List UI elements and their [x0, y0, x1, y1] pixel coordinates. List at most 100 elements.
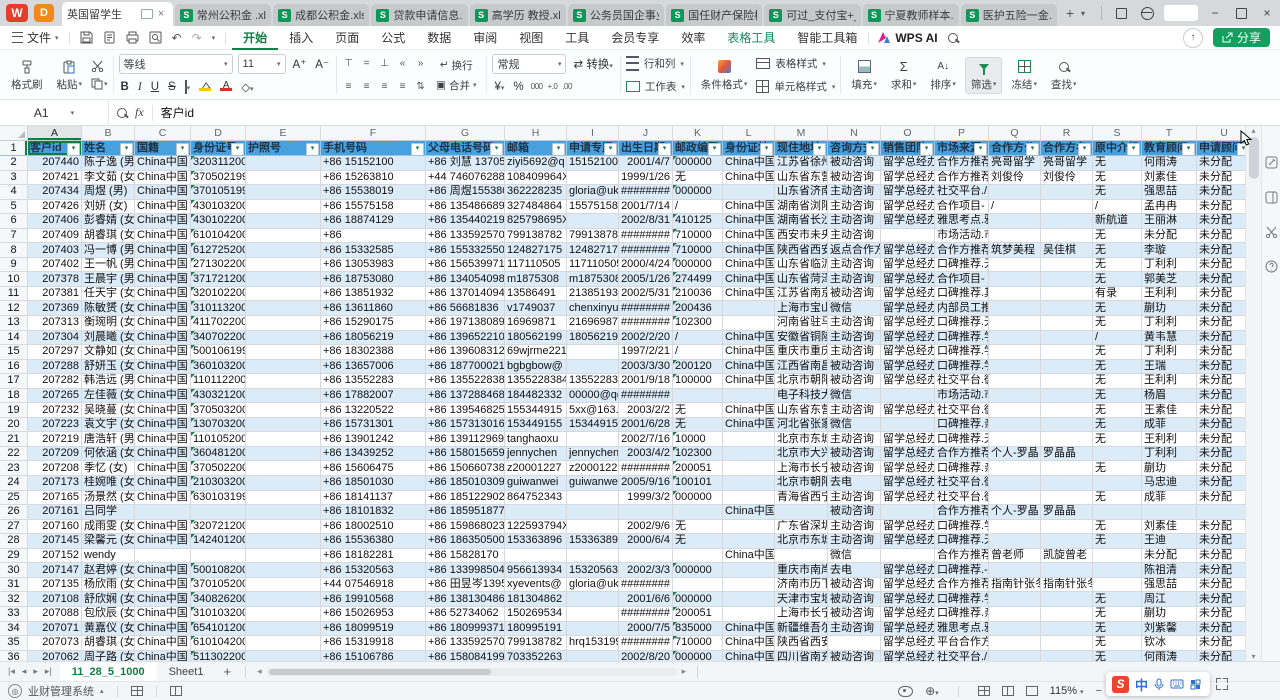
cell[interactable]: 207208: [28, 461, 82, 476]
column-header-M[interactable]: M: [775, 126, 828, 140]
document-tab[interactable]: S宁夏教师样本.xlsx: [863, 4, 959, 26]
cell[interactable]: 362228235: [505, 185, 567, 200]
cell[interactable]: 孟冉冉: [1142, 200, 1197, 215]
cell[interactable]: 102300: [673, 447, 723, 462]
cell[interactable]: [246, 272, 321, 287]
cell[interactable]: 合作方推荐: [935, 171, 989, 186]
file-menu[interactable]: 文件▾: [0, 29, 69, 46]
cell[interactable]: 河南省驻马: [775, 316, 828, 331]
cell[interactable]: 122593794XXX@163.c: [505, 520, 567, 535]
cell[interactable]: 主动咨询: [828, 258, 881, 273]
cell[interactable]: [567, 171, 619, 186]
cell[interactable]: 360103200303300725: [191, 360, 246, 375]
cell[interactable]: 留学总经办: [881, 636, 935, 651]
cell[interactable]: +86 15731301: [321, 418, 426, 433]
cell[interactable]: 00000@qq: [567, 389, 619, 404]
cell[interactable]: 207209: [28, 447, 82, 462]
cell[interactable]: +86 15320563: [321, 563, 426, 578]
cell[interactable]: 2001/4/7: [619, 156, 673, 171]
cell[interactable]: +86 15319918: [321, 636, 426, 651]
cell[interactable]: 广东省深圳: [775, 520, 828, 535]
cell[interactable]: 丁利利: [1142, 345, 1197, 360]
cell[interactable]: 未分配: [1197, 563, 1245, 578]
cell[interactable]: [246, 316, 321, 331]
cell[interactable]: [1041, 476, 1093, 491]
cell[interactable]: 留学总经办: [881, 185, 935, 200]
cell[interactable]: 被动咨询: [828, 171, 881, 186]
cell[interactable]: ########: [619, 607, 673, 622]
header-cell[interactable]: 原中介机▾: [1093, 141, 1142, 156]
cell[interactable]: +86 刘慧 137052: [426, 156, 505, 171]
cell[interactable]: 000000: [673, 651, 723, 661]
cell[interactable]: 留学总经办: [881, 156, 935, 171]
cell[interactable]: China中国: [135, 520, 191, 535]
cell[interactable]: China中国: [135, 563, 191, 578]
cell[interactable]: 留学总经办: [881, 592, 935, 607]
cell[interactable]: ########: [619, 301, 673, 316]
cell[interactable]: 1355228384: [505, 374, 567, 389]
cell[interactable]: 江西省南昌: [775, 360, 828, 375]
menu-tab-视图[interactable]: 视图: [508, 26, 554, 50]
menu-tab-开始[interactable]: 开始: [232, 26, 278, 50]
cell[interactable]: /: [673, 200, 723, 215]
cell[interactable]: +86 17882007: [321, 389, 426, 404]
cell[interactable]: China中国: [135, 214, 191, 229]
cell[interactable]: 北京市东城: [775, 432, 828, 447]
cell[interactable]: 吴佳棋: [1041, 243, 1093, 258]
cell[interactable]: 强思喆: [1142, 578, 1197, 593]
cell[interactable]: 主动咨询: [828, 272, 881, 287]
cell[interactable]: 周江: [1142, 592, 1197, 607]
rows-columns-button[interactable]: 行和列▾: [626, 54, 685, 74]
cell[interactable]: +86 1339985047: [426, 563, 505, 578]
cell[interactable]: 无: [1093, 636, 1142, 651]
cell[interactable]: +86 1573130169: [426, 418, 505, 433]
cell[interactable]: 何雨涛: [1142, 156, 1197, 171]
cell[interactable]: 未分配: [1197, 331, 1245, 346]
cell[interactable]: [567, 360, 619, 375]
cell[interactable]: 口碑推荐.学: [935, 345, 989, 360]
cell[interactable]: 360481200304020026: [191, 447, 246, 462]
header-filter-button[interactable]: ▾: [306, 143, 319, 156]
cell[interactable]: 207288: [28, 360, 82, 375]
cell[interactable]: 610104200212213421: [191, 636, 246, 651]
cell[interactable]: +86 1355228384: [426, 374, 505, 389]
cell[interactable]: 155751588: [567, 200, 619, 215]
cell[interactable]: [1197, 505, 1245, 520]
increase-decimal-button[interactable]: +.0: [547, 82, 557, 91]
cell[interactable]: 去电: [828, 563, 881, 578]
cell[interactable]: China中国: [135, 316, 191, 331]
cell[interactable]: [567, 651, 619, 661]
header-filter-button[interactable]: ▾: [490, 143, 503, 156]
cell[interactable]: 留学总经办: [881, 287, 935, 302]
cell[interactable]: [775, 549, 828, 564]
cell[interactable]: ########: [619, 185, 673, 200]
cell[interactable]: [1093, 505, 1142, 520]
cell[interactable]: 口碑推荐.亲: [935, 607, 989, 622]
cell[interactable]: 310113200211152925: [191, 301, 246, 316]
cell[interactable]: 799138782: [505, 229, 567, 244]
cell[interactable]: +86 1381304862: [426, 592, 505, 607]
cell[interactable]: 山东省临沂: [775, 258, 828, 273]
cell[interactable]: China中国: [135, 374, 191, 389]
cell[interactable]: 筑梦美程: [989, 243, 1041, 258]
row-number[interactable]: 1: [0, 141, 28, 156]
row-number[interactable]: 25: [0, 491, 28, 506]
header-cell[interactable]: 合作方公▾: [989, 141, 1041, 156]
cell[interactable]: 被动咨询: [828, 592, 881, 607]
cell[interactable]: 舒妍玉 (女: [82, 360, 135, 375]
cell[interactable]: +86 1598680233: [426, 520, 505, 535]
cell[interactable]: 130703200106280921: [191, 418, 246, 433]
cell[interactable]: [989, 651, 1041, 661]
cell[interactable]: +86 15152100: [321, 156, 426, 171]
document-tab[interactable]: S国任财产保险样本.xlsx: [666, 4, 762, 26]
row-number[interactable]: 8: [0, 243, 28, 258]
cell[interactable]: [989, 476, 1041, 491]
cell[interactable]: 桂婉唯 (女: [82, 476, 135, 491]
cell[interactable]: 微信: [828, 301, 881, 316]
cell[interactable]: 370105199411221118: [191, 185, 246, 200]
cell[interactable]: 江苏省徐州: [775, 156, 828, 171]
sidebar-edit-icon[interactable]: [1265, 156, 1278, 169]
cell[interactable]: 2002/3/3: [619, 563, 673, 578]
cell[interactable]: 季忆 (女): [82, 461, 135, 476]
number-format-select[interactable]: 常规▾: [492, 54, 566, 74]
